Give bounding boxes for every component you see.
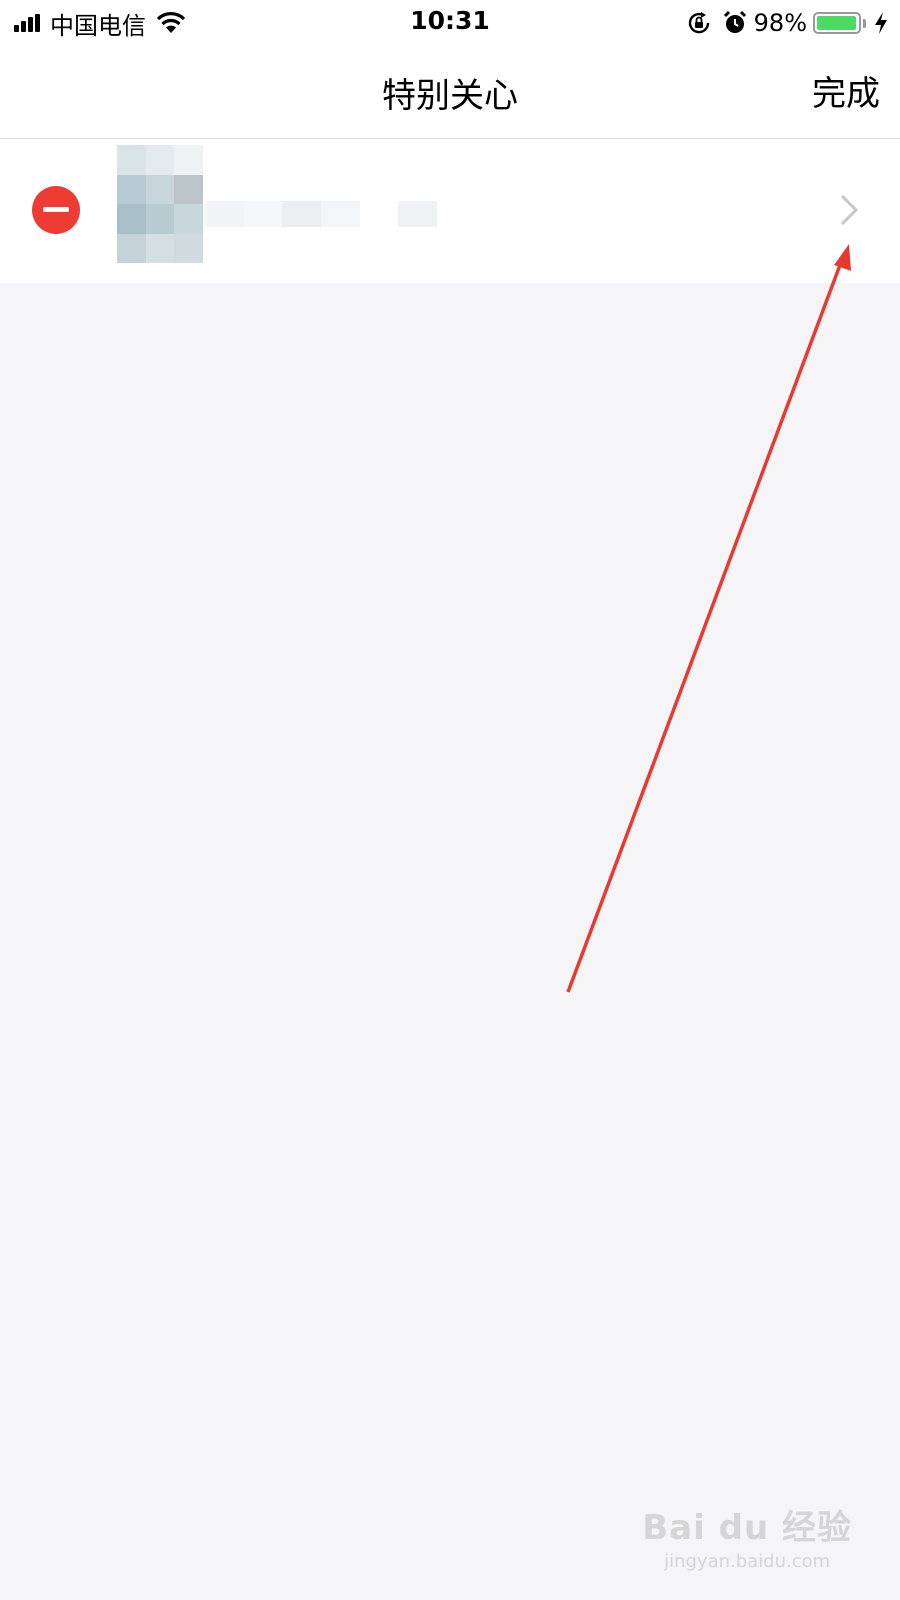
page-title: 特别关心	[382, 76, 518, 116]
baidu-watermark: Bai du 经验 jingyan.baidu.com	[642, 1500, 852, 1572]
done-button[interactable]: 完成	[812, 66, 880, 115]
battery-level-fill	[817, 16, 857, 30]
status-right: 98%	[686, 8, 890, 38]
nav-bar: 特别关心 完成	[0, 46, 900, 139]
charging-bolt-icon	[875, 12, 887, 34]
contact-name-redacted	[205, 201, 438, 227]
list-item[interactable]	[0, 139, 900, 283]
special-care-list	[0, 139, 900, 283]
orientation-lock-icon	[688, 12, 709, 34]
avatar	[117, 145, 203, 263]
battery-icon	[813, 12, 861, 34]
watermark-brand: Bai du 经验	[642, 1508, 852, 1548]
remove-circle-icon[interactable]	[32, 186, 80, 234]
watermark-url: jingyan.baidu.com	[664, 1551, 831, 1572]
status-bar: 中国电信 10:31 98%	[0, 0, 900, 46]
battery-tip	[863, 18, 866, 28]
chevron-right-icon[interactable]	[834, 193, 864, 227]
alarm-icon	[723, 10, 746, 33]
battery-percent: 98%	[753, 9, 807, 37]
